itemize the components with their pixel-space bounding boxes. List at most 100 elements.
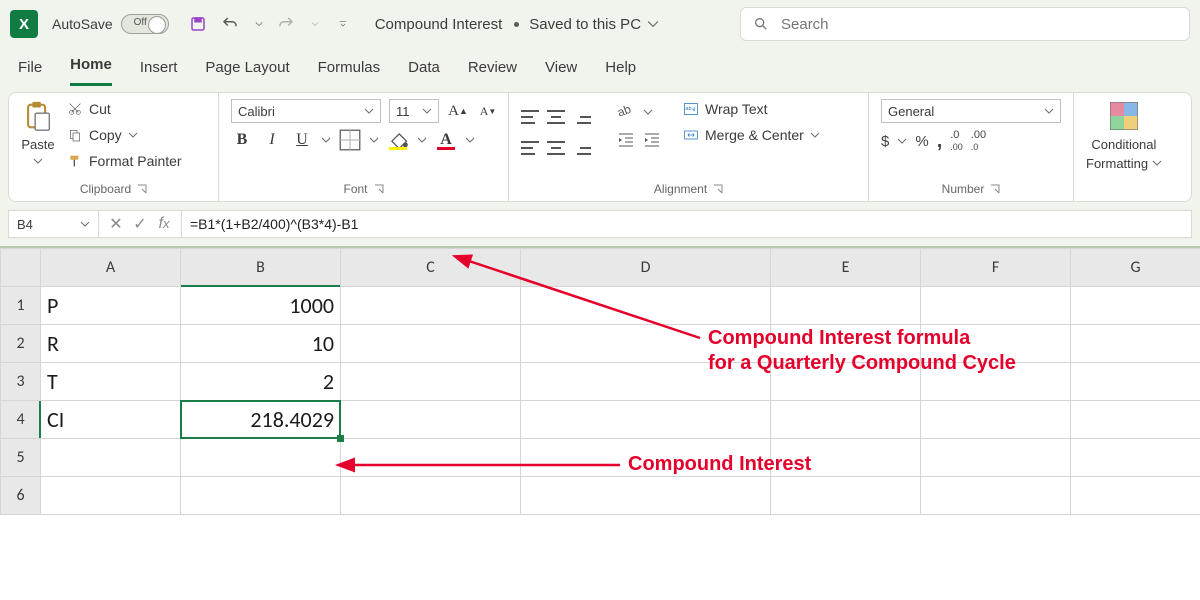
fill-color-dropdown-icon[interactable]	[417, 135, 427, 145]
increase-decimal-button[interactable]: .0.00	[950, 129, 963, 153]
grid[interactable]: A B C D E F G 1 P 1000 2 R 10 3 T 2 4	[0, 248, 1200, 515]
format-painter-button[interactable]: Format Painter	[65, 151, 184, 171]
enter-icon[interactable]: ✓	[131, 214, 149, 234]
cell-B3[interactable]: 2	[181, 363, 341, 401]
save-icon[interactable]	[189, 15, 207, 33]
dialog-launcher-icon[interactable]	[713, 184, 723, 194]
cell-F4[interactable]	[921, 401, 1071, 439]
cell-G2[interactable]	[1071, 325, 1200, 363]
font-color-button[interactable]: A	[435, 129, 457, 151]
cell-C4[interactable]	[341, 401, 521, 439]
cell-A3[interactable]: T	[41, 363, 181, 401]
cell-A4[interactable]: CI	[41, 401, 181, 439]
cell-D4[interactable]	[521, 401, 771, 439]
tab-file[interactable]: File	[18, 55, 42, 86]
dialog-launcher-icon[interactable]	[990, 184, 1000, 194]
name-box-dropdown-icon[interactable]	[80, 219, 90, 229]
tab-review[interactable]: Review	[468, 55, 517, 86]
row-header-1[interactable]: 1	[1, 287, 41, 325]
font-size-combo[interactable]: 11	[389, 99, 439, 123]
cell-A2[interactable]: R	[41, 325, 181, 363]
italic-button[interactable]: I	[261, 129, 283, 151]
align-right-button[interactable]	[573, 130, 591, 155]
cell-E4[interactable]	[771, 401, 921, 439]
cell-C3[interactable]	[341, 363, 521, 401]
row-header-5[interactable]: 5	[1, 439, 41, 477]
cell-D6[interactable]	[521, 477, 771, 515]
paste-button[interactable]: Paste	[21, 99, 55, 166]
autosave-toggle[interactable]: Off	[121, 14, 169, 34]
row-header-2[interactable]: 2	[1, 325, 41, 363]
decrease-indent-button[interactable]	[617, 131, 635, 154]
font-name-combo[interactable]: Calibri	[231, 99, 381, 123]
col-header-D[interactable]: D	[521, 249, 771, 287]
tab-data[interactable]: Data	[408, 55, 440, 86]
cell-E6[interactable]	[771, 477, 921, 515]
tab-home[interactable]: Home	[70, 52, 112, 86]
tab-view[interactable]: View	[545, 55, 577, 86]
cell-F6[interactable]	[921, 477, 1071, 515]
cell-B1[interactable]: 1000	[181, 287, 341, 325]
conditional-formatting-button[interactable]: Conditional Formatting	[1086, 99, 1162, 171]
row-header-3[interactable]: 3	[1, 363, 41, 401]
tab-formulas[interactable]: Formulas	[318, 55, 381, 86]
qat-customize-icon[interactable]	[339, 20, 347, 28]
col-header-G[interactable]: G	[1071, 249, 1200, 287]
paste-dropdown-icon[interactable]	[33, 156, 43, 166]
percent-format-button[interactable]: %	[915, 133, 928, 150]
row-header-4[interactable]: 4	[1, 401, 41, 439]
bold-button[interactable]: B	[231, 129, 253, 151]
merge-center-button[interactable]: Merge & Center	[681, 125, 822, 145]
cell-G5[interactable]	[1071, 439, 1200, 477]
underline-dropdown-icon[interactable]	[321, 135, 331, 145]
cell-A6[interactable]	[41, 477, 181, 515]
orientation-button[interactable]: ab	[617, 100, 635, 123]
cell-F1[interactable]	[921, 287, 1071, 325]
col-header-F[interactable]: F	[921, 249, 1071, 287]
number-format-combo[interactable]: General	[881, 99, 1061, 123]
increase-indent-button[interactable]	[643, 131, 661, 154]
col-header-B[interactable]: B	[181, 249, 341, 287]
cell-D1[interactable]	[521, 287, 771, 325]
cell-F5[interactable]	[921, 439, 1071, 477]
borders-button[interactable]	[339, 129, 361, 151]
cell-G3[interactable]	[1071, 363, 1200, 401]
borders-dropdown-icon[interactable]	[369, 135, 379, 145]
dialog-launcher-icon[interactable]	[137, 184, 147, 194]
col-header-E[interactable]: E	[771, 249, 921, 287]
align-bottom-button[interactable]	[573, 99, 591, 124]
file-title[interactable]: Compound Interest Saved to this PC	[375, 16, 659, 33]
cell-C6[interactable]	[341, 477, 521, 515]
increase-font-icon[interactable]: A▲	[447, 100, 469, 122]
name-box[interactable]: B4	[9, 211, 99, 237]
orientation-dropdown-icon[interactable]	[643, 107, 653, 117]
undo-dropdown-icon[interactable]	[255, 20, 263, 28]
cell-E1[interactable]	[771, 287, 921, 325]
copy-dropdown-icon[interactable]	[128, 130, 138, 140]
underline-button[interactable]: U	[291, 129, 313, 151]
comma-format-button[interactable]: ,	[937, 130, 943, 153]
col-header-C[interactable]: C	[341, 249, 521, 287]
fill-color-button[interactable]	[387, 129, 409, 151]
font-color-dropdown-icon[interactable]	[465, 135, 475, 145]
align-left-button[interactable]	[521, 130, 539, 155]
cell-B4[interactable]: 218.4029	[181, 401, 341, 439]
copy-button[interactable]: Copy	[65, 125, 184, 145]
cell-C2[interactable]	[341, 325, 521, 363]
cell-A5[interactable]	[41, 439, 181, 477]
cell-G4[interactable]	[1071, 401, 1200, 439]
cell-B5[interactable]	[181, 439, 341, 477]
cut-button[interactable]: Cut	[65, 99, 184, 119]
wrap-text-button[interactable]: ab Wrap Text	[681, 99, 822, 119]
cancel-icon[interactable]: ✕	[107, 214, 125, 234]
align-center-button[interactable]	[547, 130, 565, 155]
cell-G6[interactable]	[1071, 477, 1200, 515]
cell-C1[interactable]	[341, 287, 521, 325]
row-header-6[interactable]: 6	[1, 477, 41, 515]
merge-dropdown-icon[interactable]	[810, 130, 820, 140]
formula-input[interactable]: =B1*(1+B2/400)^(B3*4)-B1	[182, 216, 1191, 232]
cell-B6[interactable]	[181, 477, 341, 515]
cell-G1[interactable]	[1071, 287, 1200, 325]
fx-icon[interactable]: fx	[155, 215, 173, 233]
cell-A1[interactable]: P	[41, 287, 181, 325]
